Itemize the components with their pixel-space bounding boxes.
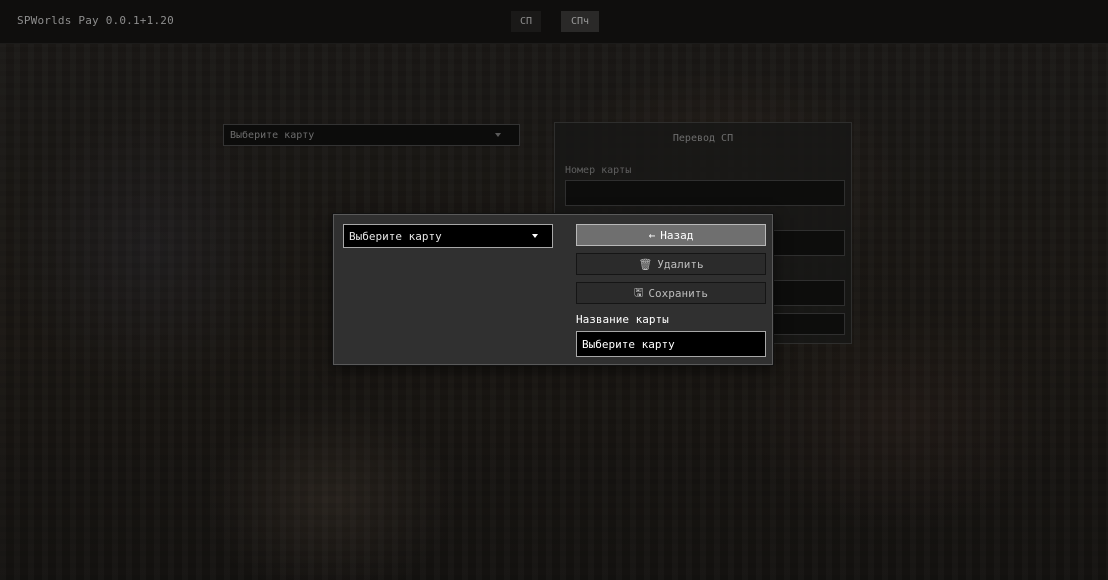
save-button[interactable]: 🖫 Сохранить [576,282,766,304]
card-number-field [565,180,845,206]
tab-sp[interactable]: СП [511,11,541,32]
chevron-down-icon [532,234,538,238]
card-name-label: Название карты [576,313,669,326]
card-name-value: Выберите карту [582,337,675,351]
trash-icon: 🗑 [638,257,653,271]
card-select-value: Выберите карту [349,229,442,243]
app-title: SPWorlds Pay 0.0.1+1.20 [17,14,174,27]
tab-spc[interactable]: СПч [561,11,599,32]
transfer-panel-title: Перевод СП [672,133,734,144]
card-select[interactable]: Выберите карту [343,224,553,248]
background-card-select: Выберите карту [223,124,520,146]
save-button-label: Сохранить [648,286,708,300]
chevron-down-icon [495,133,501,137]
card-name-input[interactable]: Выберите карту [576,331,766,357]
delete-button[interactable]: 🗑 Удалить [576,253,766,275]
delete-button-label: Удалить [657,257,704,271]
top-bar: SPWorlds Pay 0.0.1+1.20 СП СПч [0,0,1108,44]
card-manager-dialog: Выберите карту ← Назад 🗑 Удалить 🖫 Сохра… [333,214,773,365]
back-button[interactable]: ← Назад [576,224,766,246]
arrow-left-icon: ← [648,228,656,242]
back-button-label: Назад [660,228,694,242]
floppy-disk-icon: 🖫 [634,285,644,299]
background-card-select-value: Выберите карту [230,129,315,141]
card-number-label: Номер карты [565,165,632,176]
